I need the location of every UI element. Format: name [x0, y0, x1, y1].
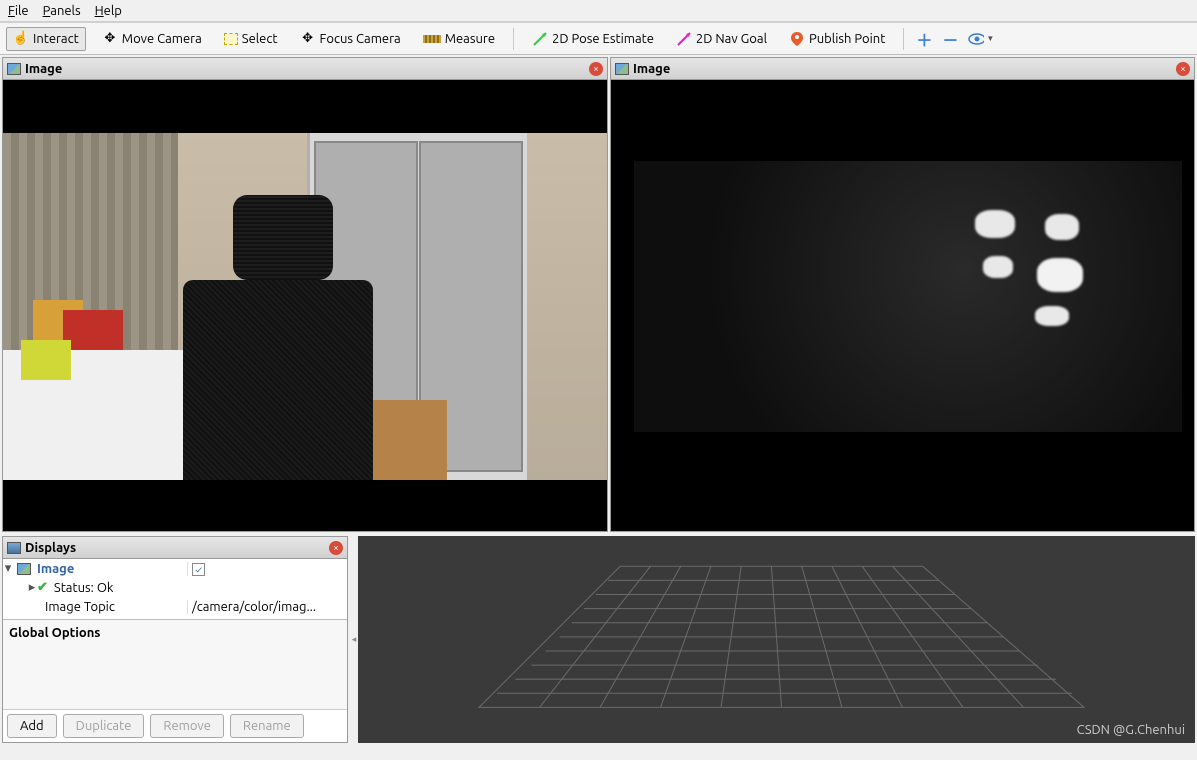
menu-panels[interactable]: Panels [43, 4, 81, 18]
pose-arrow-icon [532, 31, 548, 47]
chevron-down-icon: ▼ [986, 34, 994, 43]
menu-help[interactable]: Help [95, 4, 122, 18]
duplicate-button[interactable]: Duplicate [63, 714, 145, 738]
image-panel-depth-header[interactable]: Image × [611, 58, 1194, 80]
tree-item-topic[interactable]: Image Topic /camera/color/imag... [3, 597, 347, 616]
displays-panel: Displays × ▾ Image ✓ ▸ ✔ Status: Ok [2, 536, 348, 743]
topic-value[interactable]: /camera/color/imag... [187, 600, 347, 614]
toolbar: ☝ Interact ✥ Move Camera Select ✥ Focus … [0, 23, 1197, 55]
close-icon[interactable]: × [1176, 62, 1190, 76]
interact-button[interactable]: ☝ Interact [6, 27, 86, 51]
image-panel-depth-title: Image [633, 62, 1172, 76]
focus-camera-button[interactable]: ✥ Focus Camera [294, 28, 407, 50]
move-camera-label: Move Camera [122, 32, 202, 46]
measure-label: Measure [445, 32, 495, 46]
image-panel-color-title: Image [25, 62, 585, 76]
pose-estimate-label: 2D Pose Estimate [552, 32, 654, 46]
focus-camera-icon: ✥ [300, 31, 316, 47]
pose-estimate-button[interactable]: 2D Pose Estimate [526, 28, 660, 50]
displays-tree[interactable]: ▾ Image ✓ ▸ ✔ Status: Ok Image Topic /ca… [3, 559, 347, 619]
grid-plane [358, 536, 1195, 743]
eye-icon [968, 31, 984, 47]
move-camera-button[interactable]: ✥ Move Camera [96, 28, 208, 50]
plus-icon[interactable]: ＋ [916, 31, 932, 47]
checkmark-icon: ✔ [37, 580, 48, 595]
color-camera-frame [3, 80, 607, 531]
toolbar-divider [513, 28, 514, 50]
add-button[interactable]: Add [7, 714, 57, 738]
menu-bar: FFileile Panels Help [0, 0, 1197, 22]
minus-icon[interactable]: － [942, 31, 958, 47]
3d-view[interactable]: CSDN @G.Chenhui [358, 536, 1195, 743]
splitter-handle[interactable]: ◂ [350, 534, 358, 745]
nav-goal-button[interactable]: 2D Nav Goal [670, 28, 773, 50]
select-button[interactable]: Select [218, 29, 284, 49]
tree-image-label: Image [35, 562, 187, 576]
image-panel-color: Image × [2, 57, 608, 532]
transport-label: Transport Hint [43, 619, 187, 620]
help-heading: Global Options [9, 626, 100, 640]
displays-panel-title: Displays [25, 541, 325, 555]
image-icon [7, 63, 21, 75]
displays-body: ▾ Image ✓ ▸ ✔ Status: Ok Image Topic /ca… [3, 559, 347, 742]
image-icon [17, 563, 31, 575]
main-area: Image × Image [0, 55, 1197, 760]
tree-item-status[interactable]: ▸ ✔ Status: Ok [3, 578, 347, 597]
interact-icon: ☝ [13, 31, 29, 47]
depth-image-view[interactable] [611, 80, 1194, 531]
image-panel-depth: Image × [610, 57, 1195, 532]
menu-file[interactable]: FFileile [8, 4, 29, 18]
close-icon[interactable]: × [329, 541, 343, 555]
color-image-view[interactable] [3, 80, 607, 531]
bottom-row: Displays × ▾ Image ✓ ▸ ✔ Status: Ok [0, 534, 1197, 745]
tree-item-image[interactable]: ▾ Image ✓ [3, 559, 347, 578]
expand-icon[interactable]: ▸ [27, 580, 37, 595]
publish-point-label: Publish Point [809, 32, 885, 46]
nav-goal-label: 2D Nav Goal [696, 32, 767, 46]
focus-camera-label: Focus Camera [320, 32, 401, 46]
depth-camera-frame [611, 80, 1194, 531]
measure-button[interactable]: Measure [417, 29, 501, 49]
move-camera-icon: ✥ [102, 31, 118, 47]
remove-button[interactable]: Remove [150, 714, 224, 738]
displays-panel-header[interactable]: Displays × [3, 537, 347, 559]
select-label: Select [242, 32, 278, 46]
displays-icon [7, 542, 21, 554]
measure-icon [423, 35, 441, 43]
topic-label: Image Topic [43, 600, 187, 614]
watermark: CSDN @G.Chenhui [1077, 723, 1185, 737]
select-icon [224, 33, 238, 45]
displays-button-row: Add Duplicate Remove Rename [3, 709, 347, 742]
collapse-icon[interactable]: ▾ [3, 561, 13, 576]
transport-value[interactable]: raw [187, 619, 347, 620]
help-box: Global Options [3, 619, 347, 709]
image-enabled-checkbox[interactable]: ✓ [192, 563, 205, 576]
interact-label: Interact [33, 32, 79, 46]
visibility-dropdown[interactable]: ▼ [968, 31, 994, 47]
tree-item-transport[interactable]: Transport Hint raw [3, 616, 347, 619]
publish-point-button[interactable]: Publish Point [783, 28, 891, 50]
publish-point-icon [789, 31, 805, 47]
nav-goal-arrow-icon [676, 31, 692, 47]
rename-button[interactable]: Rename [230, 714, 304, 738]
toolbar-divider-2 [903, 28, 904, 50]
image-panel-color-header[interactable]: Image × [3, 58, 607, 80]
close-icon[interactable]: × [589, 62, 603, 76]
status-label: Status: Ok [52, 581, 187, 595]
image-panels-row: Image × Image [0, 55, 1197, 534]
image-icon [615, 63, 629, 75]
chevron-left-icon: ◂ [352, 634, 357, 645]
